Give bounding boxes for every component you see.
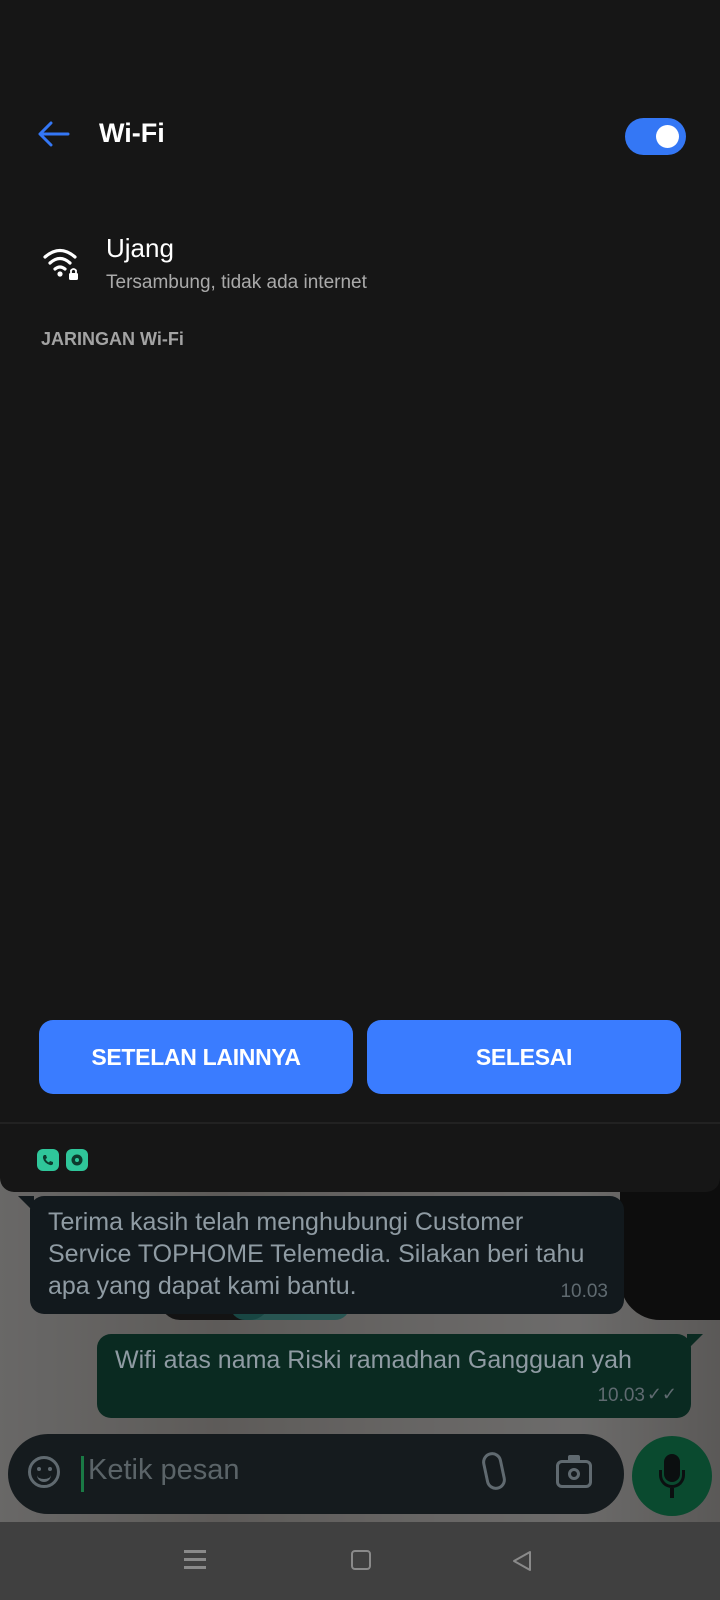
message-text: Terima kasih telah menghubungi Customer … [48,1208,585,1300]
outgoing-message[interactable]: Wifi atas nama Riski ramadhan Gangguan y… [97,1334,703,1418]
toggle-knob [656,125,679,148]
message-time: 10.03 [560,1281,608,1302]
attach-icon[interactable] [480,1450,508,1492]
read-ticks-icon: ✓✓ [646,1384,677,1404]
message-input-bar: Ketik pesan [8,1434,624,1514]
more-settings-button[interactable]: SETELAN LAINNYA [39,1020,353,1094]
done-button[interactable]: SELESAI [367,1020,681,1094]
text-caret [81,1456,84,1492]
wifi-panel: Wi-Fi Ujang Tersambung, tidak ada intern… [0,0,720,1192]
chat-icon[interactable] [66,1149,88,1171]
wifi-lock-icon [43,248,78,280]
message-time: 10.03 [597,1385,645,1406]
phone-icon[interactable] [37,1149,59,1171]
network-item-ujang[interactable]: Ujang Tersambung, tidak ada internet [0,216,720,306]
system-nav-bar [0,1522,720,1600]
mic-button[interactable] [632,1436,712,1516]
network-status: Tersambung, tidak ada internet [106,272,367,293]
incoming-message[interactable]: Terima kasih telah menghubungi Customer … [18,1196,624,1314]
section-header: JARINGAN Wi-Fi [41,329,184,349]
message-text: Wifi atas nama Riski ramadhan Gangguan y… [115,1346,632,1374]
camera-icon[interactable] [556,1455,592,1488]
back-arrow-icon[interactable] [36,116,72,152]
wifi-toggle[interactable] [625,118,686,155]
network-name: Ujang [106,233,174,263]
emoji-icon[interactable] [28,1456,60,1488]
menu-icon[interactable] [184,1550,206,1553]
panel-title: Wi-Fi [99,118,165,148]
home-icon[interactable] [351,1550,371,1570]
panel-divider [0,1122,720,1124]
message-input[interactable]: Ketik pesan [88,1454,240,1487]
back-triangle-icon[interactable] [510,1549,534,1573]
